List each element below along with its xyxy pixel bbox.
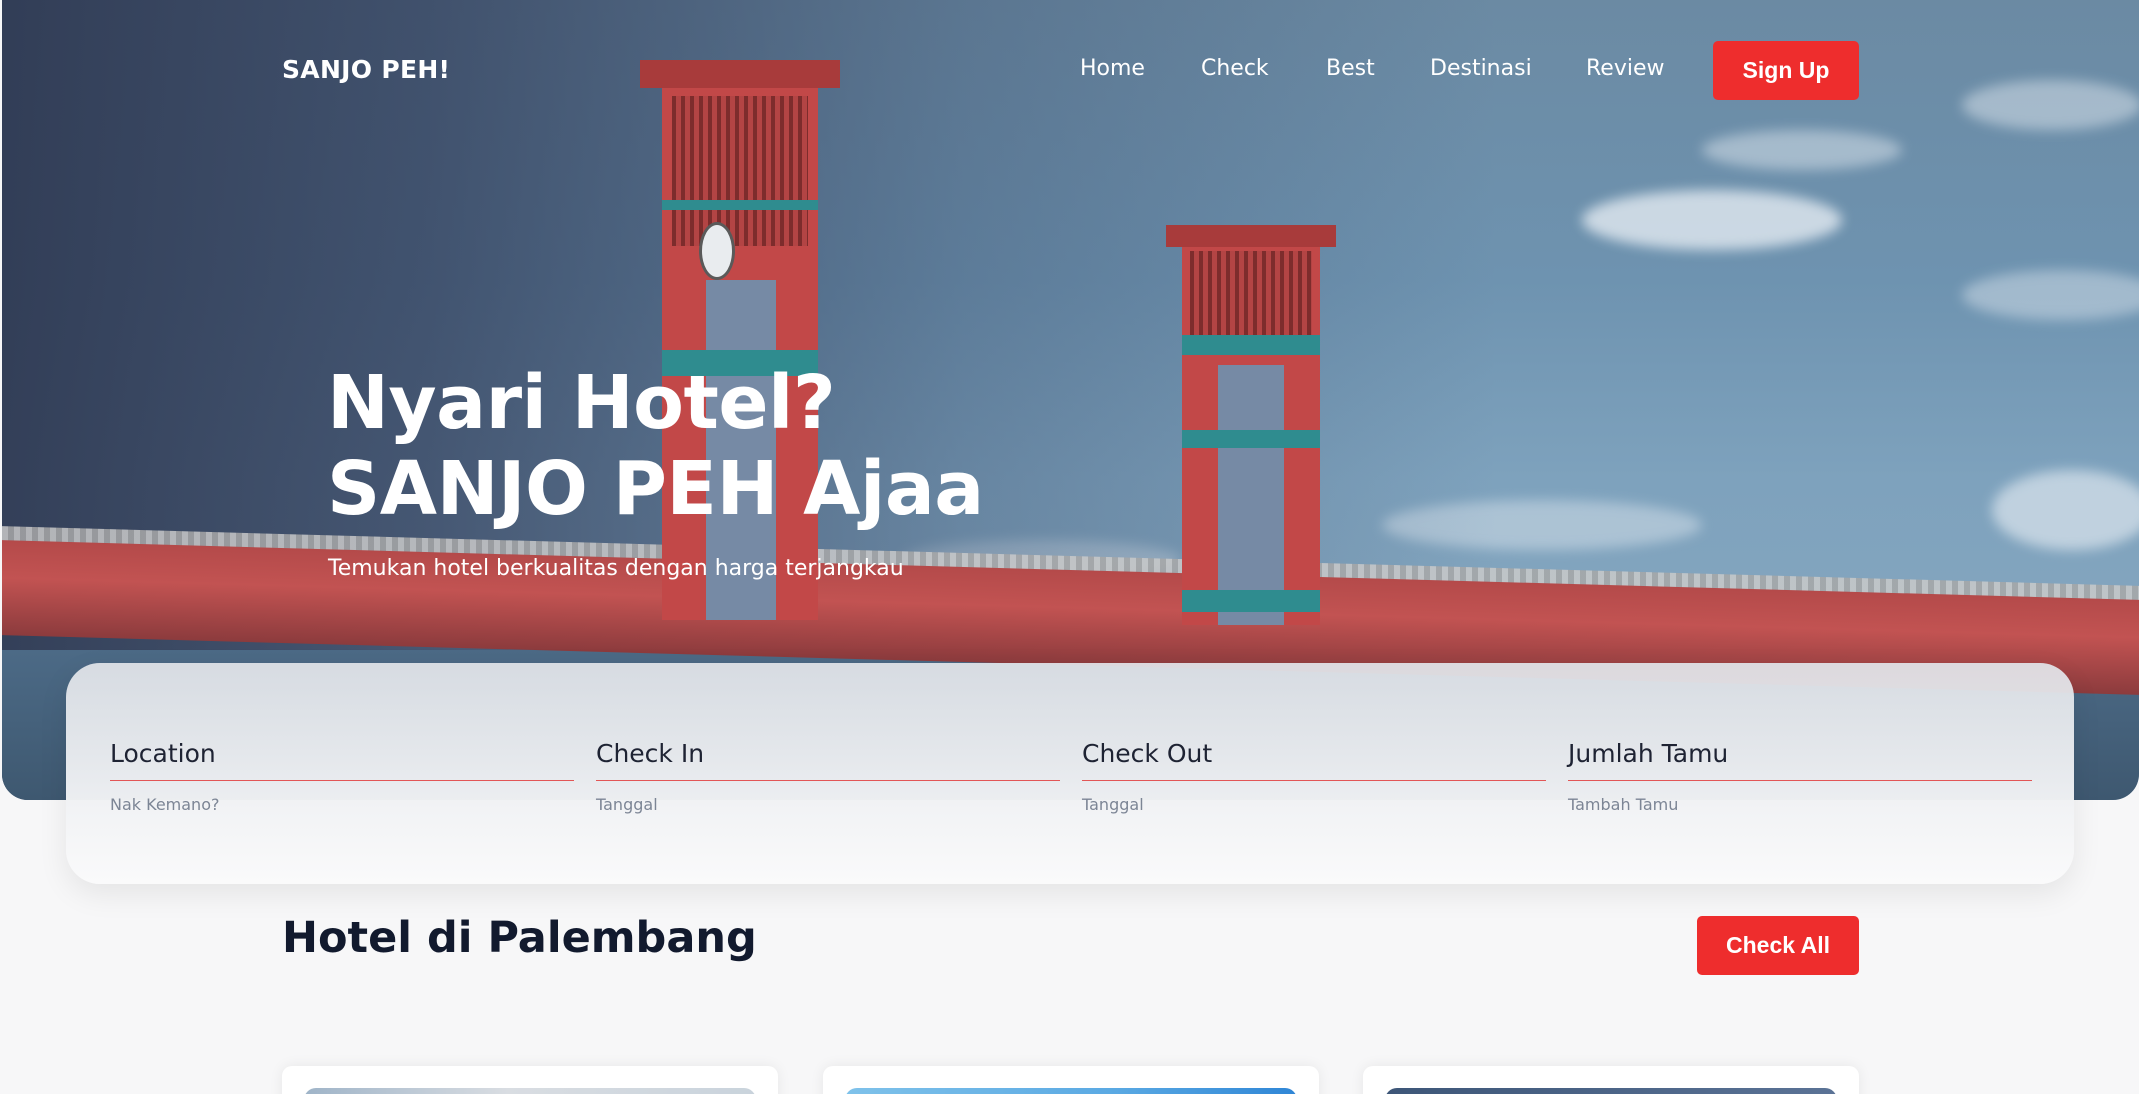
hero-title: Nyari Hotel? SANJO PEH Ajaa bbox=[327, 360, 984, 532]
search-panel: Location Nak Kemano? Check In Tanggal Ch… bbox=[66, 663, 2074, 884]
guests-field[interactable]: Jumlah Tamu Tambah Tamu bbox=[1568, 739, 2032, 814]
location-field[interactable]: Location Nak Kemano? bbox=[110, 739, 574, 814]
sign-up-button[interactable]: Sign Up bbox=[1713, 41, 1859, 100]
navbar: SANJO PEH! Home Check Best Destinasi Rev… bbox=[0, 0, 2139, 140]
check-in-field[interactable]: Check In Tanggal bbox=[596, 739, 1060, 814]
hotel-card-image bbox=[845, 1088, 1297, 1094]
hotel-card-image bbox=[304, 1088, 756, 1094]
hotel-card[interactable] bbox=[1363, 1066, 1859, 1094]
hotel-card[interactable] bbox=[282, 1066, 778, 1094]
check-out-label: Check Out bbox=[1082, 739, 1546, 781]
nav-destinasi[interactable]: Destinasi bbox=[1430, 56, 1532, 81]
bridge-tower-left bbox=[640, 60, 840, 620]
check-out-placeholder[interactable]: Tanggal bbox=[1082, 795, 1546, 814]
bridge-tower-right bbox=[1166, 225, 1336, 625]
check-out-field[interactable]: Check Out Tanggal bbox=[1082, 739, 1546, 814]
nav-check[interactable]: Check bbox=[1201, 56, 1269, 81]
brand-logo[interactable]: SANJO PEH! bbox=[282, 55, 450, 84]
check-all-button[interactable]: Check All bbox=[1697, 916, 1859, 975]
hotel-card[interactable] bbox=[823, 1066, 1319, 1094]
check-in-label: Check In bbox=[596, 739, 1060, 781]
guests-placeholder[interactable]: Tambah Tamu bbox=[1568, 795, 2032, 814]
check-in-placeholder[interactable]: Tanggal bbox=[596, 795, 1060, 814]
section-title: Hotel di Palembang bbox=[282, 913, 757, 963]
nav-home[interactable]: Home bbox=[1080, 56, 1145, 81]
nav-best[interactable]: Best bbox=[1326, 56, 1375, 81]
hero-title-line2: SANJO PEH Ajaa bbox=[327, 446, 984, 532]
hero-subtitle: Temukan hotel berkualitas dengan harga t… bbox=[328, 556, 904, 581]
location-placeholder[interactable]: Nak Kemano? bbox=[110, 795, 574, 814]
nav-review[interactable]: Review bbox=[1586, 56, 1665, 81]
guests-label: Jumlah Tamu bbox=[1568, 739, 2032, 781]
clock-face bbox=[699, 222, 735, 280]
hero-title-line1: Nyari Hotel? bbox=[327, 360, 836, 446]
hotel-card-image bbox=[1385, 1088, 1837, 1094]
location-label: Location bbox=[110, 739, 574, 781]
